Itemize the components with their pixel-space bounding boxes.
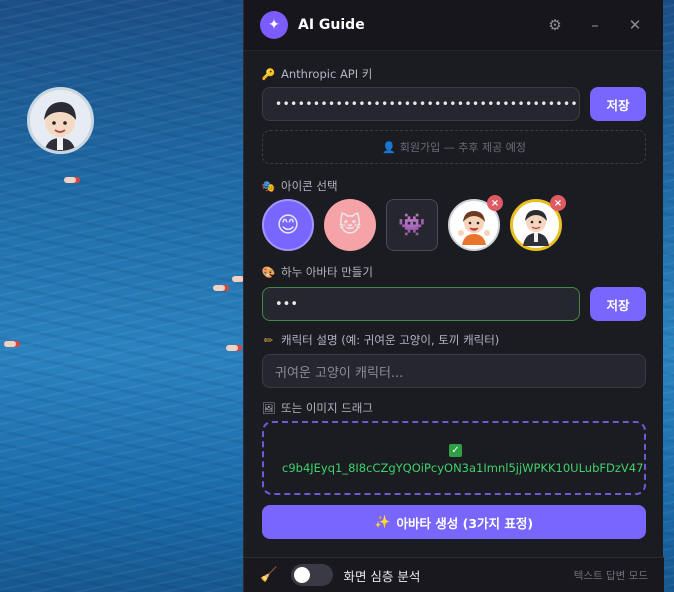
palette-icon: 🎭 [261,179,276,193]
checkmark-icon: ✓ [449,444,462,457]
icon-option-space-invader[interactable]: 👾 [386,199,438,251]
footer-bar: 🧹 화면 심층 분석 텍스트 답변 모드 [244,557,664,592]
signup-placeholder: 👤 회원가입 — 추후 제공 예정 [262,130,646,164]
broom-icon[interactable]: 🧹 [260,567,277,583]
hanu-avatar-save-button[interactable]: 저장 [590,287,646,321]
smiley-icon: 😊 [276,212,300,238]
character-label: 캐릭터 설명 (예: 귀여운 고양이, 토끼 캐릭터) [281,333,500,347]
minimize-button[interactable]: – [581,11,609,39]
icon-select-label: 아이콘 선택 [281,179,338,193]
api-key-section-label: 🔑 Anthropic API 키 [261,66,373,82]
cat-icon: 🐱 [338,212,362,238]
image-dropzone[interactable]: ✓ c9b4JEyq1_8I8cCZgYQOiPcyON3a1Imnl5jjWP… [262,421,646,495]
character-section-label: ✏ 캐릭터 설명 (예: 귀여운 고양이, 토끼 캐릭터) [262,332,499,348]
toggle-knob [294,567,311,583]
title-bar: ✦ AI Guide ⚙ – ✕ [244,0,663,51]
text-answer-mode-label[interactable]: 텍스트 답변 모드 [574,568,648,583]
deep-analysis-label: 화면 심층 분석 [343,568,421,584]
ai-guide-panel: ✦ AI Guide ⚙ – ✕ 🔑 Anthropic API 키 •••••… [243,0,664,592]
key-icon: 🔑 [261,67,276,81]
image-drag-section-label: 🖼 또는 이미지 드래그 [262,400,373,416]
character-description-input[interactable]: 귀여운 고양이 캐릭터... [262,354,646,388]
background-swimmer [4,341,16,347]
sparkle-logo-icon: ✦ [260,11,288,39]
background-swimmer [226,345,238,351]
user-icon: 👤 [382,140,396,154]
signup-text: 회원가입 — 추후 제공 예정 [399,141,526,154]
dropped-filename: c9b4JEyq1_8I8cCZgYQOiPcyON3a1Imnl5jjWPKK… [282,461,646,475]
sparkles-icon: ✨ [374,514,391,529]
hanu-avatar-label: 하누 아바타 만들기 [281,265,373,279]
settings-gear-icon[interactable]: ⚙ [541,11,569,39]
image-icon: 🖼 [261,401,276,415]
hanu-avatar-input[interactable]: ••• [262,287,580,321]
space-invader-icon: 👾 [398,212,426,238]
app-title: AI Guide [298,17,365,33]
floating-avatar-widget[interactable] [27,87,94,154]
delete-custom-avatar-1-button[interactable]: × [487,195,503,211]
background-swimmer [213,285,225,291]
paint-palette-icon: 🎨 [261,265,276,279]
icon-select-section-label: 🎭 아이콘 선택 [262,178,338,194]
api-key-label: Anthropic API 키 [281,67,373,81]
icon-option-cat[interactable]: 🐱 [324,199,376,251]
generate-avatar-button[interactable]: ✨ 아바타 생성 (3가지 표정) [262,505,646,539]
generate-avatar-label: 아바타 생성 (3가지 표정) [396,515,534,531]
suited-boy-avatar-icon [523,210,549,246]
delete-custom-avatar-2-button[interactable]: × [550,195,566,211]
api-key-input[interactable]: ••••••••••••••••••••••••••••••••••••••••… [262,87,580,121]
close-button[interactable]: ✕ [621,11,649,39]
api-key-save-button[interactable]: 저장 [590,87,646,121]
hanu-avatar-section-label: 🎨 하누 아바타 만들기 [262,264,373,280]
icon-option-smiley[interactable]: 😊 [262,199,314,251]
image-drag-label: 또는 이미지 드래그 [281,401,373,415]
pencil-icon: ✏ [263,333,274,347]
boy-avatar-icon [458,211,490,245]
deep-analysis-toggle[interactable] [291,564,334,586]
background-swimmer [64,177,76,183]
